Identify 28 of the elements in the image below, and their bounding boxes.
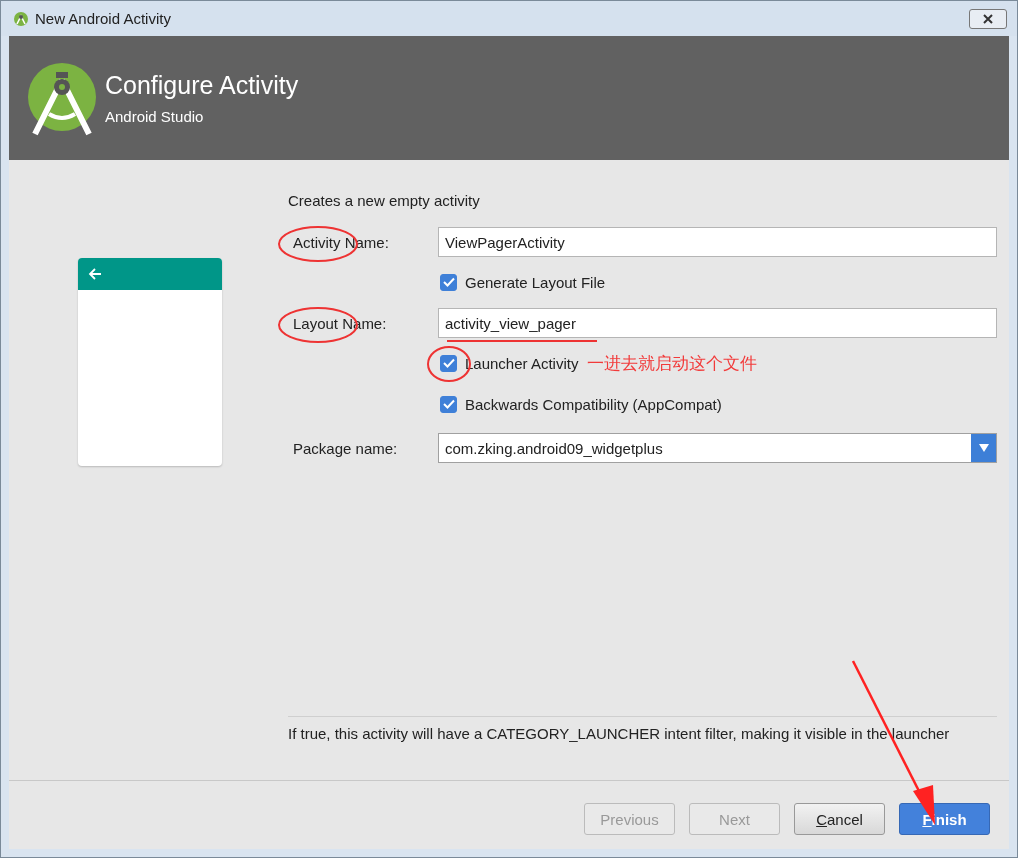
hint-text: If true, this activity will have a CATEGORY_LAUNCHER intent filter, making it visible in the launcher [288, 716, 997, 780]
field-label: Package name: [292, 439, 399, 457]
header-subtitle: Android Studio [105, 108, 205, 125]
checkmark-icon [442, 277, 455, 287]
dropdown-button[interactable] [971, 434, 996, 462]
checkbox-label: Generate Layout File [465, 273, 606, 291]
description-text: Creates a new empty activity [288, 192, 481, 209]
checkmark-icon [442, 399, 455, 409]
checkbox[interactable] [440, 354, 457, 372]
header-title: Configure Activity [105, 71, 299, 100]
android-studio-icon [13, 10, 29, 27]
caret-icon [978, 444, 989, 452]
checkbox[interactable] [440, 273, 457, 291]
text-field[interactable]: ViewPagerActivity [438, 227, 997, 257]
checkbox-label: Backwards Compatibility (AppCompat) [465, 395, 722, 413]
dropdown-value: com.zking.android09_widgetplus [445, 439, 664, 457]
checkmark-icon [442, 358, 455, 368]
dialog-button[interactable]: Cancel [794, 803, 885, 835]
field-value: ViewPagerActivity [445, 233, 565, 251]
close-button[interactable] [969, 8, 1007, 29]
package-dropdown[interactable]: com.zking.android09_widgetplus [438, 433, 997, 463]
window-title: New Android Activity [35, 10, 172, 27]
field-value: activity_view_pager [445, 314, 576, 332]
annotation-note: 一进去就启动这个文件 [587, 352, 758, 375]
back-arrow-icon [88, 268, 102, 280]
compass-logo-icon [27, 62, 97, 138]
close-icon [982, 13, 994, 24]
checkbox[interactable] [440, 395, 457, 413]
